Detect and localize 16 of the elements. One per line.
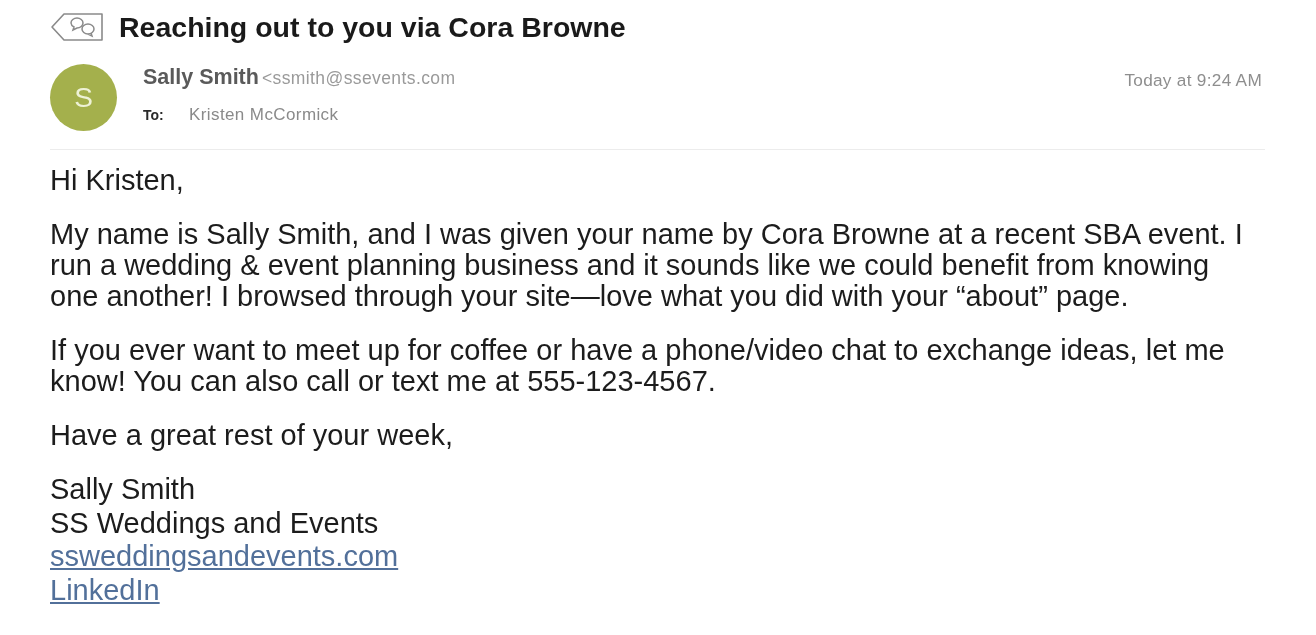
message-paragraph: If you ever want to meet up for coffee or have a phone/video chat to exchange ideas, let me know! You can also call or text me at 555-123-4567. [50, 335, 1226, 397]
message-date: Today at 9:24 AM [1124, 69, 1262, 92]
recipient-name: Kristen McCormick [189, 105, 339, 125]
message-paragraph: My name is Sally Smith, and I was given your name by Cora Browne at a recent SBA event. I run a wedding & event planning business and it sounds like we could benefit from knowing one another! I browsed through your site—love what you did with your “about” page. [50, 219, 1244, 312]
email-subject: Reaching out to you via Cora Browne [119, 10, 626, 44]
signature-link[interactable]: LinkedIn [50, 573, 160, 607]
speech-bubbles-tag-icon [50, 12, 104, 42]
sender-name: Sally Smith [143, 65, 259, 90]
sender-avatar: S [50, 64, 117, 131]
message-paragraph: Have a great rest of your week, [50, 420, 454, 451]
signature-line: SS Weddings and Events [50, 506, 379, 540]
signature-link[interactable]: ssweddingsandevents.com [50, 540, 399, 574]
signature-line: Sally Smith [50, 473, 196, 507]
sender-email: <ssmith@ssevents.com [261, 68, 456, 89]
message-paragraph: Hi Kristen, [50, 165, 185, 196]
to-label: To: [143, 107, 165, 123]
